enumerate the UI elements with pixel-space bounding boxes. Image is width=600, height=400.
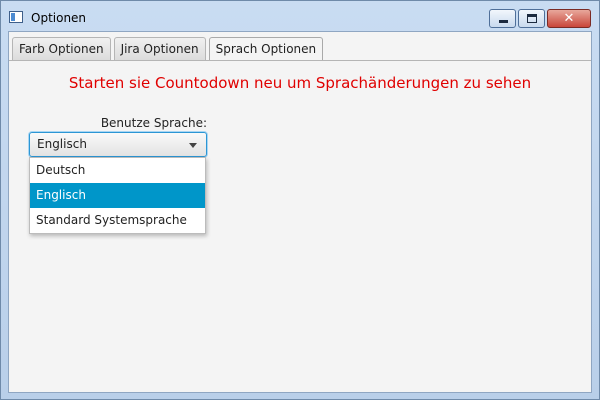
language-option-standard-systemsprache[interactable]: Standard Systemsprache (30, 208, 205, 233)
language-option-deutsch[interactable]: Deutsch (30, 158, 205, 183)
restart-warning: Starten sie Countodown neu um Sprachände… (68, 74, 532, 92)
app-window-icon (9, 11, 23, 23)
language-option-englisch[interactable]: Englisch (30, 183, 205, 208)
options-window: Optionen ✕ Farb Optionen Jira Optionen S… (0, 0, 600, 400)
language-dropdown-list: Deutsch Englisch Standard Systemsprache (29, 157, 206, 234)
window-title: Optionen (31, 11, 87, 25)
language-label: Benutze Sprache: (100, 116, 207, 130)
tab-bar: Farb Optionen Jira Optionen Sprach Optio… (12, 37, 324, 61)
window-controls: ✕ (489, 9, 591, 28)
maximize-button[interactable] (518, 9, 545, 28)
language-combobox[interactable]: Englisch (29, 132, 207, 157)
close-button[interactable]: ✕ (547, 9, 591, 28)
close-icon: ✕ (563, 11, 575, 26)
tab-sprach-optionen[interactable]: Sprach Optionen (208, 37, 324, 61)
title-bar[interactable]: Optionen ✕ (1, 1, 599, 31)
chevron-down-icon[interactable] (189, 143, 197, 148)
maximize-icon (527, 14, 537, 23)
minimize-button[interactable] (489, 9, 516, 28)
window-content: Farb Optionen Jira Optionen Sprach Optio… (8, 31, 592, 393)
minimize-icon (499, 20, 508, 23)
language-combobox-value: Englisch (37, 137, 87, 151)
tab-divider (9, 60, 591, 61)
tab-farb-optionen[interactable]: Farb Optionen (12, 37, 111, 60)
tab-jira-optionen[interactable]: Jira Optionen (113, 37, 206, 60)
